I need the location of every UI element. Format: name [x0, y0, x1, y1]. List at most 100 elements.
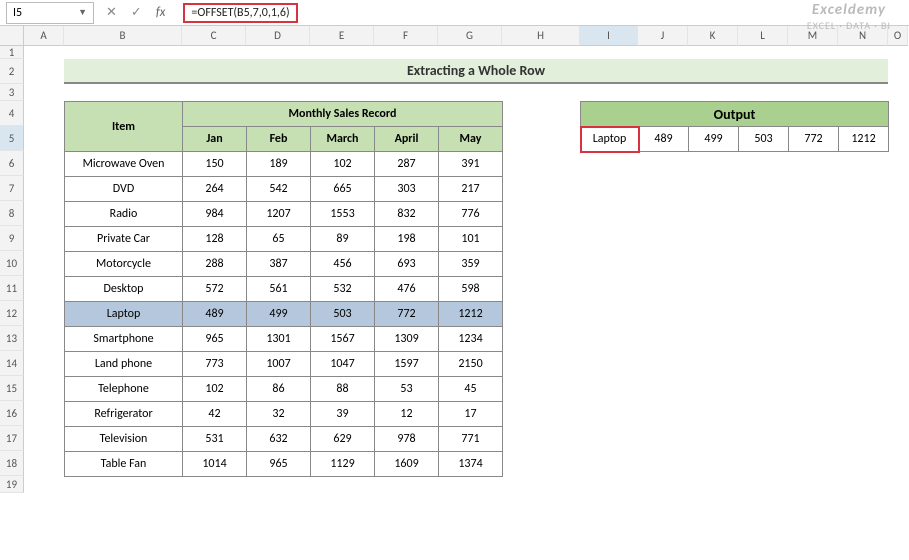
data-cell[interactable]: 965	[183, 327, 247, 352]
data-cell[interactable]: 86	[247, 377, 311, 402]
row-header-13[interactable]: 13	[0, 326, 24, 351]
row-header-14[interactable]: 14	[0, 351, 24, 376]
data-cell[interactable]: 499	[247, 302, 311, 327]
column-header-K[interactable]: K	[688, 26, 738, 46]
data-cell[interactable]: 771	[439, 427, 503, 452]
data-cell[interactable]: 102	[311, 152, 375, 177]
data-cell[interactable]: 17	[439, 402, 503, 427]
data-cell[interactable]: 45	[439, 377, 503, 402]
data-cell[interactable]: 32	[247, 402, 311, 427]
data-cell[interactable]: 1597	[375, 352, 439, 377]
data-cell[interactable]: 1234	[439, 327, 503, 352]
row-header-2[interactable]: 2	[0, 59, 24, 84]
output-cell[interactable]: 772	[789, 127, 839, 152]
column-header-J[interactable]: J	[638, 26, 688, 46]
dropdown-icon[interactable]: ▼	[78, 7, 87, 18]
column-header-B[interactable]: B	[64, 26, 182, 46]
data-cell[interactable]: 288	[183, 252, 247, 277]
column-header-H[interactable]: H	[502, 26, 580, 46]
data-cell[interactable]: 693	[375, 252, 439, 277]
row-header-1[interactable]: 1	[0, 46, 24, 59]
item-cell[interactable]: Refrigerator	[65, 402, 183, 427]
data-cell[interactable]: 1047	[311, 352, 375, 377]
row-header-10[interactable]: 10	[0, 251, 24, 276]
data-cell[interactable]: 2150	[439, 352, 503, 377]
row-header-5[interactable]: 5	[0, 126, 24, 151]
row-header-16[interactable]: 16	[0, 401, 24, 426]
data-cell[interactable]: 665	[311, 177, 375, 202]
data-cell[interactable]: 89	[311, 227, 375, 252]
data-cell[interactable]: 391	[439, 152, 503, 177]
item-cell[interactable]: Radio	[65, 202, 183, 227]
data-cell[interactable]: 303	[375, 177, 439, 202]
data-cell[interactable]: 189	[247, 152, 311, 177]
data-cell[interactable]: 832	[375, 202, 439, 227]
item-cell[interactable]: Microwave Oven	[65, 152, 183, 177]
name-box[interactable]: I5 ▼	[6, 2, 94, 24]
data-cell[interactable]: 456	[311, 252, 375, 277]
row-header-15[interactable]: 15	[0, 376, 24, 401]
row-header-7[interactable]: 7	[0, 176, 24, 201]
row-header-18[interactable]: 18	[0, 451, 24, 476]
item-cell[interactable]: Telephone	[65, 377, 183, 402]
data-cell[interactable]: 53	[375, 377, 439, 402]
data-cell[interactable]: 598	[439, 277, 503, 302]
output-cell[interactable]: 503	[739, 127, 789, 152]
row-header-19[interactable]: 19	[0, 476, 24, 493]
data-cell[interactable]: 12	[375, 402, 439, 427]
formula-input[interactable]: =OFFSET(B5,7,0,1,6)	[183, 3, 297, 23]
data-cell[interactable]: 984	[183, 202, 247, 227]
fx-icon[interactable]: fx	[156, 5, 174, 20]
data-cell[interactable]: 489	[183, 302, 247, 327]
column-header-G[interactable]: G	[438, 26, 502, 46]
data-cell[interactable]: 1374	[439, 452, 503, 477]
item-cell[interactable]: Laptop	[65, 302, 183, 327]
data-cell[interactable]: 772	[375, 302, 439, 327]
output-cell[interactable]: 1212	[839, 127, 889, 152]
data-cell[interactable]: 531	[183, 427, 247, 452]
data-cell[interactable]: 1567	[311, 327, 375, 352]
data-cell[interactable]: 476	[375, 277, 439, 302]
data-cell[interactable]: 387	[247, 252, 311, 277]
data-cell[interactable]: 773	[183, 352, 247, 377]
row-header-3[interactable]: 3	[0, 84, 24, 101]
data-cell[interactable]: 42	[183, 402, 247, 427]
enter-icon[interactable]: ✓	[131, 5, 142, 20]
data-cell[interactable]: 65	[247, 227, 311, 252]
data-cell[interactable]: 1301	[247, 327, 311, 352]
data-cell[interactable]: 217	[439, 177, 503, 202]
data-cell[interactable]: 561	[247, 277, 311, 302]
data-cell[interactable]: 1007	[247, 352, 311, 377]
row-header-11[interactable]: 11	[0, 276, 24, 301]
data-cell[interactable]: 776	[439, 202, 503, 227]
column-header-I[interactable]: I	[580, 26, 638, 46]
data-cell[interactable]: 629	[311, 427, 375, 452]
data-cell[interactable]: 39	[311, 402, 375, 427]
data-cell[interactable]: 978	[375, 427, 439, 452]
row-header-6[interactable]: 6	[0, 151, 24, 176]
data-cell[interactable]: 287	[375, 152, 439, 177]
cancel-icon[interactable]: ✕	[106, 5, 117, 20]
row-header-9[interactable]: 9	[0, 226, 24, 251]
data-cell[interactable]: 1129	[311, 452, 375, 477]
item-cell[interactable]: Motorcycle	[65, 252, 183, 277]
column-header-L[interactable]: L	[738, 26, 788, 46]
data-cell[interactable]: 532	[311, 277, 375, 302]
data-cell[interactable]: 1309	[375, 327, 439, 352]
column-header-A[interactable]: A	[24, 26, 64, 46]
column-header-E[interactable]: E	[310, 26, 374, 46]
output-cell[interactable]: Laptop	[581, 127, 639, 152]
column-header-D[interactable]: D	[246, 26, 310, 46]
data-cell[interactable]: 359	[439, 252, 503, 277]
item-cell[interactable]: Desktop	[65, 277, 183, 302]
item-cell[interactable]: Television	[65, 427, 183, 452]
data-cell[interactable]: 102	[183, 377, 247, 402]
data-cell[interactable]: 88	[311, 377, 375, 402]
output-cell[interactable]: 499	[689, 127, 739, 152]
row-header-17[interactable]: 17	[0, 426, 24, 451]
data-cell[interactable]: 572	[183, 277, 247, 302]
data-cell[interactable]: 542	[247, 177, 311, 202]
data-cell[interactable]: 1553	[311, 202, 375, 227]
column-header-F[interactable]: F	[374, 26, 438, 46]
data-cell[interactable]: 1212	[439, 302, 503, 327]
